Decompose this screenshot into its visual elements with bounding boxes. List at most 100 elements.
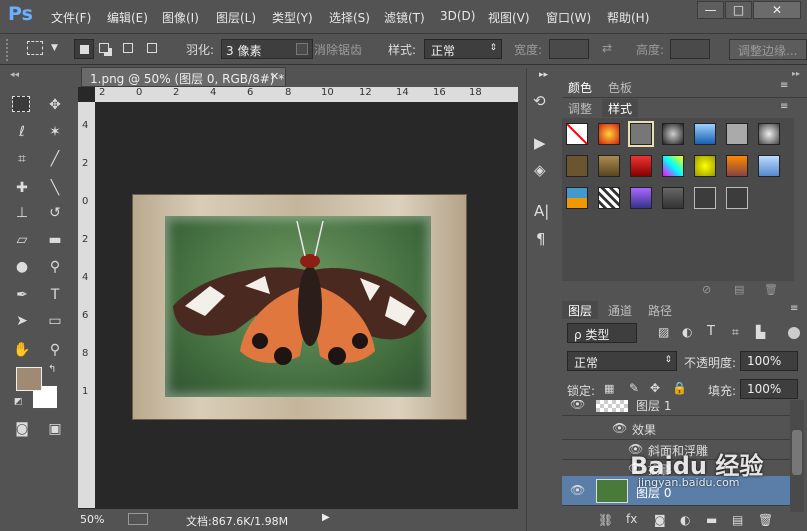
history-brush-icon[interactable]: ↺ bbox=[44, 202, 66, 224]
actions-icon[interactable]: ▶ bbox=[534, 134, 546, 152]
blend-mode-select[interactable]: 正常 ⇕ bbox=[567, 351, 677, 371]
style-swatch[interactable] bbox=[566, 155, 588, 177]
swap-icon[interactable]: ⇄ bbox=[602, 41, 612, 55]
style-swatch[interactable] bbox=[662, 155, 684, 177]
dodge-tool-icon[interactable]: ⚲ bbox=[44, 256, 66, 278]
close-tab-icon[interactable]: ✕ bbox=[270, 70, 279, 83]
layer-row-selected[interactable]: 👁 图层 0 bbox=[562, 476, 790, 506]
new-style-icon[interactable]: ▤ bbox=[734, 283, 744, 296]
eyedropper-icon[interactable]: ╱ bbox=[44, 148, 66, 170]
menu-view[interactable]: 视图(V) bbox=[488, 9, 530, 26]
layer-name[interactable]: 图层 0 bbox=[636, 484, 671, 501]
menu-help[interactable]: 帮助(H) bbox=[607, 9, 649, 26]
move-tool-icon[interactable]: ✥ bbox=[44, 94, 66, 116]
collapse-icon[interactable]: ◂◂ bbox=[10, 70, 19, 80]
style-swatch[interactable] bbox=[630, 187, 652, 209]
style-swatch[interactable] bbox=[662, 123, 684, 145]
menu-image[interactable]: 图像(I) bbox=[162, 9, 199, 26]
layer-filter-select[interactable]: ρ 类型 bbox=[567, 323, 637, 343]
clone-stamp-icon[interactable]: ⊥ bbox=[11, 202, 33, 224]
shape-tool-icon[interactable]: ▭ bbox=[44, 310, 66, 332]
hand-tool-icon[interactable]: ✋ bbox=[11, 339, 33, 361]
rect-marquee-icon[interactable] bbox=[27, 41, 43, 55]
effects-row[interactable]: 👁 效果 bbox=[562, 416, 790, 440]
menu-type[interactable]: 类型(Y) bbox=[272, 9, 313, 26]
eye-icon[interactable]: 👁 bbox=[570, 483, 585, 497]
intersect-selection-icon[interactable] bbox=[147, 43, 157, 53]
eye-icon[interactable]: 👁 bbox=[628, 442, 643, 456]
tab-adjustments[interactable]: 调整 bbox=[562, 99, 598, 117]
layer-name[interactable]: 图层 1 bbox=[636, 400, 671, 414]
eye-icon[interactable]: 👁 bbox=[628, 461, 643, 475]
lock-paint-icon[interactable]: ✎ bbox=[629, 381, 639, 395]
close-button[interactable]: ✕ bbox=[753, 1, 801, 19]
fx-icon[interactable]: fx bbox=[626, 512, 637, 526]
clear-style-icon[interactable]: ⊘ bbox=[702, 283, 711, 296]
add-selection-icon[interactable] bbox=[99, 43, 109, 53]
effect-row[interactable]: 👁 斜面和浮雕 bbox=[562, 440, 790, 460]
path-select-icon[interactable]: ➤ bbox=[11, 310, 33, 332]
refine-edge-button[interactable]: 调整边缘... bbox=[729, 39, 807, 60]
mask-icon[interactable]: ◙ bbox=[654, 513, 666, 527]
layer-row[interactable]: 👁 图层 1 bbox=[562, 400, 790, 416]
delete-style-icon[interactable]: 🗑 bbox=[764, 283, 778, 296]
style-swatch[interactable] bbox=[598, 187, 620, 209]
layers-scrollbar[interactable] bbox=[790, 400, 804, 512]
lock-position-icon[interactable]: ✥ bbox=[650, 381, 660, 395]
paragraph-icon[interactable]: ¶ bbox=[536, 230, 546, 248]
smart-filter-icon[interactable]: ▙ bbox=[756, 325, 765, 339]
eye-icon[interactable]: 👁 bbox=[612, 421, 627, 435]
status-icon[interactable] bbox=[128, 513, 148, 525]
maximize-button[interactable]: □ bbox=[725, 1, 752, 19]
style-swatch[interactable] bbox=[726, 155, 748, 177]
panel-menu-icon[interactable]: ≡ bbox=[780, 101, 788, 112]
type-tool-icon[interactable]: T bbox=[44, 284, 66, 306]
style-swatch[interactable] bbox=[598, 155, 620, 177]
expand-icon[interactable]: ▸▸ bbox=[539, 70, 548, 80]
style-swatch[interactable] bbox=[598, 123, 620, 145]
tab-channels[interactable]: 通道 bbox=[602, 301, 638, 319]
style-swatch[interactable] bbox=[726, 123, 748, 145]
menu-edit[interactable]: 编辑(E) bbox=[107, 9, 148, 26]
quick-mask-icon[interactable]: ◙ bbox=[11, 418, 33, 440]
fill-input[interactable]: 100% bbox=[740, 379, 798, 399]
new-layer-icon[interactable]: ▤ bbox=[732, 513, 743, 527]
tab-swatches[interactable]: 色板 bbox=[602, 78, 638, 96]
menu-layer[interactable]: 图层(L) bbox=[216, 9, 256, 26]
menu-3d[interactable]: 3D(D) bbox=[440, 9, 475, 23]
style-swatch[interactable] bbox=[694, 123, 716, 145]
style-swatch[interactable] bbox=[566, 187, 588, 209]
style-swatch[interactable] bbox=[758, 123, 780, 145]
style-swatch[interactable] bbox=[726, 187, 748, 209]
minimize-button[interactable]: — bbox=[697, 1, 724, 19]
panel-menu-icon[interactable]: ≡ bbox=[790, 303, 798, 314]
collapse-icon[interactable]: ▸▸ bbox=[792, 69, 800, 78]
width-input[interactable] bbox=[549, 39, 589, 59]
height-input[interactable] bbox=[670, 39, 710, 59]
style-swatch[interactable] bbox=[694, 155, 716, 177]
crop-tool-icon[interactable]: ⌗ bbox=[11, 148, 33, 170]
filter-toggle-icon[interactable] bbox=[788, 327, 800, 339]
pixel-filter-icon[interactable]: ▨ bbox=[658, 325, 669, 339]
menu-filter[interactable]: 滤镜(T) bbox=[384, 9, 425, 26]
marquee-tool-icon[interactable] bbox=[12, 96, 30, 112]
history-icon[interactable]: ⟲ bbox=[533, 92, 546, 110]
style-swatch[interactable] bbox=[758, 155, 780, 177]
new-selection-icon[interactable] bbox=[74, 39, 94, 59]
tab-color[interactable]: 颜色 bbox=[562, 78, 599, 96]
subtract-selection-icon[interactable] bbox=[123, 43, 133, 53]
healing-brush-icon[interactable]: ✚ bbox=[11, 177, 33, 199]
menu-window[interactable]: 窗口(W) bbox=[546, 9, 591, 26]
adjustment-icon[interactable]: ◐ bbox=[680, 513, 690, 527]
style-swatch[interactable] bbox=[694, 187, 716, 209]
menu-select[interactable]: 选择(S) bbox=[329, 9, 370, 26]
blur-tool-icon[interactable]: ● bbox=[11, 256, 33, 278]
type-filter-icon[interactable]: T bbox=[707, 324, 715, 339]
3d-icon[interactable]: ◈ bbox=[534, 161, 546, 179]
tab-paths[interactable]: 路径 bbox=[642, 301, 678, 319]
adjust-filter-icon[interactable]: ◐ bbox=[682, 325, 692, 339]
play-icon[interactable]: ▶ bbox=[322, 512, 330, 523]
gradient-tool-icon[interactable]: ▬ bbox=[44, 229, 66, 251]
style-swatch-selected[interactable] bbox=[630, 123, 652, 145]
style-select[interactable]: 正常 ⇕ bbox=[424, 39, 502, 59]
